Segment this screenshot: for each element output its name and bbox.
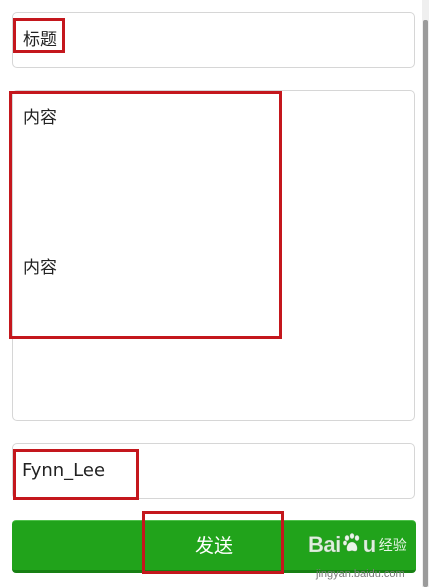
content-text-line: 内容: [23, 108, 57, 128]
send-button-label: 发送: [194, 535, 233, 557]
author-input-value: Fynn_Lee: [22, 460, 106, 481]
title-input-value: 标题: [23, 30, 57, 50]
post-form-page: 标题 内容 内容 Fynn_Lee 发送 Bai u 经验 jingyan.ba…: [0, 0, 429, 587]
send-button[interactable]: 发送: [12, 520, 416, 573]
author-input[interactable]: Fynn_Lee: [12, 443, 415, 499]
content-textarea[interactable]: 内容 内容: [12, 90, 415, 421]
scrollbar[interactable]: [422, 0, 429, 587]
scrollbar-thumb[interactable]: [423, 20, 428, 587]
title-input[interactable]: 标题: [12, 12, 415, 68]
content-text-line: 内容: [23, 258, 57, 278]
